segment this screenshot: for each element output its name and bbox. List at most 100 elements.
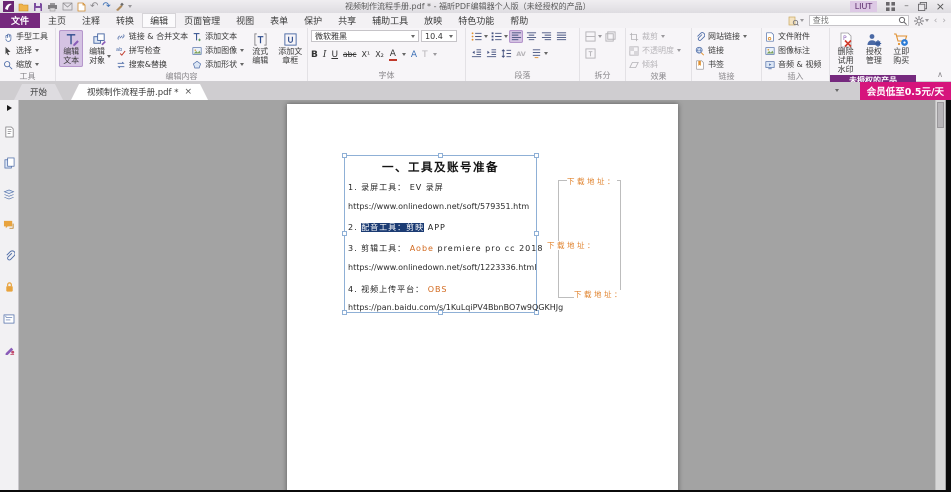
scrollbar-thumb[interactable] xyxy=(937,102,944,128)
kerning-button[interactable]: AV xyxy=(514,47,528,60)
menu-tab-share[interactable]: 共享 xyxy=(330,13,364,28)
find-next-button[interactable]: › xyxy=(942,16,946,26)
skew-button[interactable]: 倾斜 xyxy=(629,58,681,71)
layout-switch-icon[interactable] xyxy=(886,2,896,11)
authorization-manage-button[interactable]: 授权管理 xyxy=(862,30,885,67)
buy-now-button[interactable]: 立即购买 xyxy=(890,30,913,67)
menu-tab-comment[interactable]: 注释 xyxy=(74,13,108,28)
menu-tab-view[interactable]: 视图 xyxy=(228,13,262,28)
link-join-text-button[interactable]: 链接 & 合并文本 xyxy=(116,30,188,43)
add-text-button[interactable]: 添加文本 xyxy=(192,30,244,43)
subscript-button[interactable]: X₂ xyxy=(375,50,384,59)
strikethrough-button[interactable]: abc xyxy=(343,50,356,59)
font-color-button[interactable]: A xyxy=(388,49,397,61)
opacity-button[interactable]: 不透明度 xyxy=(629,44,681,57)
comments-panel-button[interactable] xyxy=(3,216,15,235)
pdf-page[interactable]: 一、工具及账号准备 1. 录屏工具： EV 录屏 https://www.onl… xyxy=(287,104,678,492)
expand-panel-icon[interactable] xyxy=(6,105,12,111)
layers-panel-button[interactable] xyxy=(3,185,15,204)
web-link-button[interactable]: 网站链接 xyxy=(695,30,747,43)
select-tool-button[interactable]: 选择 xyxy=(3,44,48,57)
char-spacing-button[interactable]: A xyxy=(411,50,417,60)
text-style-caret[interactable] xyxy=(432,53,437,56)
increase-indent-button[interactable] xyxy=(484,47,498,60)
align-justify-button[interactable] xyxy=(554,30,568,43)
audio-video-button[interactable]: 音频 & 视频 xyxy=(765,58,821,71)
search-scope-icon[interactable] xyxy=(788,16,804,26)
spell-check-button[interactable]: ab 拼写检查 xyxy=(116,44,188,57)
menu-tab-file[interactable]: 文件 xyxy=(0,13,41,28)
document-canvas[interactable]: 一、工具及账号准备 1. 录屏工具： EV 录屏 https://www.onl… xyxy=(19,100,951,492)
scale-spacing-button[interactable] xyxy=(529,47,543,60)
restore-button[interactable] xyxy=(917,2,927,11)
collapse-ribbon-button[interactable]: ∧ xyxy=(937,70,943,79)
align-right-button[interactable] xyxy=(539,30,553,43)
decrease-indent-button[interactable] xyxy=(469,47,483,60)
qat-customize-caret[interactable] xyxy=(127,5,132,8)
search-icon[interactable] xyxy=(898,16,908,26)
resize-handle-n[interactable] xyxy=(437,153,443,158)
font-color-caret[interactable] xyxy=(401,53,406,56)
split-text-box-button[interactable] xyxy=(583,47,597,60)
image-annotation-button[interactable]: 图像标注 xyxy=(765,44,821,57)
resize-handle-sw[interactable] xyxy=(342,310,347,315)
zoom-tool-button[interactable]: 缩放 xyxy=(3,58,48,71)
edit-text-button[interactable]: 编辑文本 xyxy=(59,30,84,67)
merge-box-button[interactable] xyxy=(603,30,617,43)
attachments-panel-button[interactable] xyxy=(4,247,15,266)
menu-tab-help[interactable]: 帮助 xyxy=(502,13,536,28)
menu-tab-page-manage[interactable]: 页面管理 xyxy=(176,13,228,28)
menu-tab-protect[interactable]: 保护 xyxy=(296,13,330,28)
menu-tab-accessibility[interactable]: 辅助工具 xyxy=(364,13,416,28)
search-replace-button[interactable]: 搜索&替换 xyxy=(116,58,188,71)
resize-handle-w[interactable] xyxy=(342,231,347,236)
search-input[interactable] xyxy=(809,16,898,25)
membership-promo-button[interactable]: 会员低至0.5元/天 xyxy=(859,82,951,100)
split-box-button[interactable] xyxy=(583,30,597,43)
line-spacing-button[interactable] xyxy=(499,47,513,60)
menu-tab-home[interactable]: 主页 xyxy=(40,13,74,28)
open-file-button[interactable] xyxy=(18,2,29,12)
add-image-button[interactable]: 添加图像 xyxy=(192,44,245,57)
superscript-button[interactable]: X¹ xyxy=(362,50,371,59)
security-panel-button[interactable] xyxy=(4,278,15,297)
hand-brush-button[interactable] xyxy=(115,2,124,11)
page-thumbnails-panel-button[interactable] xyxy=(4,154,15,173)
edit-object-button[interactable]: 编辑对象 xyxy=(87,30,111,67)
vertical-scrollbar[interactable] xyxy=(935,100,945,490)
print-button[interactable] xyxy=(47,2,58,12)
remove-trial-watermark-button[interactable]: P 删除试用水印 xyxy=(833,30,858,75)
tab-start[interactable]: 开始 xyxy=(14,84,63,100)
hand-tool-button[interactable]: 手型工具 xyxy=(3,30,48,43)
new-document-button[interactable] xyxy=(77,2,86,12)
bookmark-button[interactable]: 书签 xyxy=(695,58,747,71)
add-shape-button[interactable]: 添加形状 xyxy=(192,58,245,71)
font-size-select[interactable]: 10.4 xyxy=(421,30,457,42)
align-left-button[interactable] xyxy=(509,30,523,43)
close-tab-icon[interactable]: × xyxy=(184,87,192,97)
align-center-button[interactable] xyxy=(524,30,538,43)
add-article-box-button[interactable]: 添加文章框 xyxy=(276,30,304,67)
file-attachment-button[interactable]: 文件附件 xyxy=(765,30,821,43)
signatures-panel-button[interactable] xyxy=(4,340,15,359)
form-fields-panel-button[interactable] xyxy=(3,309,15,328)
font-family-select[interactable]: 微软雅黑 xyxy=(311,30,419,42)
numbered-list-button[interactable] xyxy=(489,30,503,43)
close-button[interactable]: × xyxy=(936,1,945,12)
selected-text-box[interactable]: 一、工具及账号准备 1. 录屏工具： EV 录屏 https://www.onl… xyxy=(342,153,563,315)
resize-handle-ne[interactable] xyxy=(534,153,539,158)
menu-tab-features[interactable]: 特色功能 xyxy=(450,13,502,28)
underline-button[interactable]: U xyxy=(331,50,338,60)
user-account-button[interactable]: LIUT xyxy=(849,1,878,12)
find-previous-button[interactable]: ‹ xyxy=(934,16,938,26)
tab-document[interactable]: 视频制作流程手册.pdf * × xyxy=(71,84,208,100)
menu-tab-convert[interactable]: 转换 xyxy=(108,13,142,28)
text-style-button[interactable]: T xyxy=(422,50,428,60)
crop-button[interactable]: 裁剪 xyxy=(629,30,681,43)
minimize-button[interactable]: – xyxy=(904,2,909,11)
menu-tab-present[interactable]: 放映 xyxy=(416,13,450,28)
undo-button[interactable]: ↶ xyxy=(90,1,98,12)
bookmarks-panel-button[interactable] xyxy=(4,123,15,142)
bold-button[interactable]: B xyxy=(311,50,318,60)
resize-handle-e[interactable] xyxy=(534,231,539,236)
